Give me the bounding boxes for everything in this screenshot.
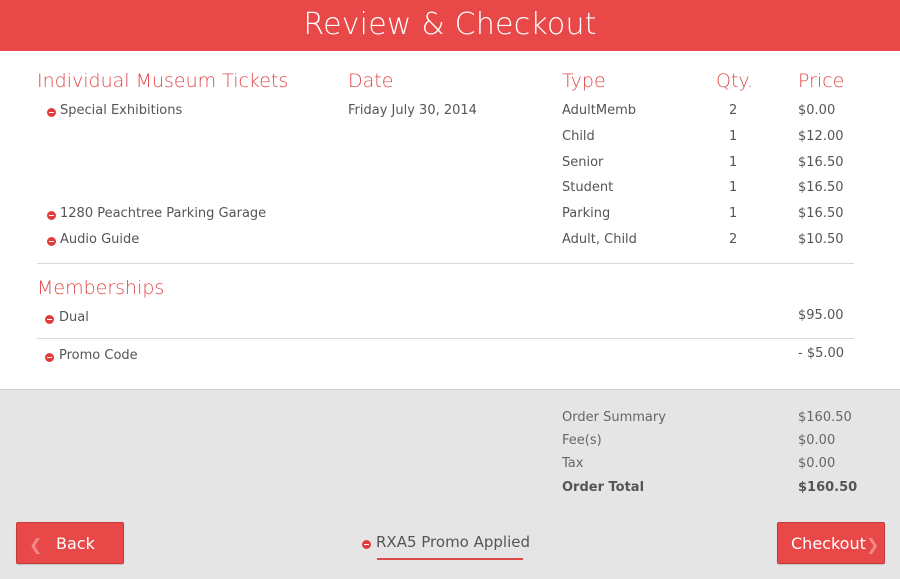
ticket-qty: 2 [729,232,738,247]
back-button-label: Back [56,534,95,553]
ticket-price: $16.50 [798,180,844,195]
back-button[interactable]: ❮ Back [16,522,124,564]
ticket-price: $0.00 [798,103,836,118]
ticket-item-name: 1280 Peachtree Parking Garage [60,206,267,221]
ticket-type: Student [562,180,614,195]
remove-item-icon[interactable] [47,211,56,220]
promo-code-discount: - $5.00 [798,346,845,361]
ticket-date: Friday July 30, 2014 [348,103,477,118]
column-header-price: Price [798,70,845,92]
divider [37,338,854,339]
ticket-qty: 1 [729,180,738,195]
ticket-row: Senior 1 $16.50 [0,153,900,175]
memberships-section-title: Memberships [37,277,165,299]
remove-item-icon[interactable] [47,108,56,117]
promo-code-row: Promo Code - $5.00 [0,346,900,368]
tax-label: Tax [562,456,584,471]
column-header-date: Date [348,70,394,92]
ticket-price: $10.50 [798,232,844,247]
order-summary-value: $160.50 [798,410,852,425]
ticket-qty: 1 [729,206,738,221]
tickets-section-title: Individual Museum Tickets [37,70,289,92]
ticket-price: $16.50 [798,206,844,221]
ticket-type: Senior [562,155,604,170]
fees-value: $0.00 [798,433,836,448]
ticket-price: $12.00 [798,129,844,144]
ticket-row: Special Exhibitions Friday July 30, 2014… [0,101,900,123]
ticket-item-name: Audio Guide [60,232,140,247]
column-header-qty: Qty. [716,70,753,92]
ticket-qty: 2 [729,103,738,118]
ticket-qty: 1 [729,155,738,170]
membership-row: Dual $95.00 [0,308,900,330]
page-title: Review & Checkout [303,7,597,42]
fees-label: Fee(s) [562,433,602,448]
remove-promo-icon[interactable] [45,353,54,362]
tax-value: $0.00 [798,456,836,471]
promo-code-label: Promo Code [59,348,138,363]
promo-applied-text: RXA5 Promo Applied [376,533,531,551]
checkout-button[interactable]: Checkout ❯ [777,522,885,564]
membership-name: Dual [59,310,89,325]
chevron-right-icon: ❯ [866,535,880,554]
ticket-item-name: Special Exhibitions [60,103,183,118]
chevron-left-icon: ❮ [29,535,43,554]
column-header-type: Type [562,70,606,92]
page-header: Review & Checkout [0,0,900,51]
ticket-row: Child 1 $12.00 [0,127,900,149]
divider [37,263,854,264]
ticket-qty: 1 [729,129,738,144]
ticket-type: Adult, Child [562,232,637,247]
ticket-row: 1280 Peachtree Parking Garage Parking 1 … [0,204,900,226]
checkout-button-label: Checkout [791,534,866,553]
ticket-type: AdultMemb [562,103,636,118]
ticket-price: $16.50 [798,155,844,170]
remove-item-icon[interactable] [47,237,56,246]
order-summary-label: Order Summary [562,410,666,425]
promo-underline [377,558,523,560]
remove-promo-icon[interactable] [362,540,371,549]
membership-price: $95.00 [798,308,844,323]
remove-item-icon[interactable] [45,315,54,324]
ticket-row: Audio Guide Adult, Child 2 $10.50 [0,230,900,252]
order-total-value: $160.50 [798,480,858,495]
ticket-type: Child [562,129,595,144]
ticket-type: Parking [562,206,611,221]
order-total-label: Order Total [562,480,645,495]
ticket-row: Student 1 $16.50 [0,178,900,200]
